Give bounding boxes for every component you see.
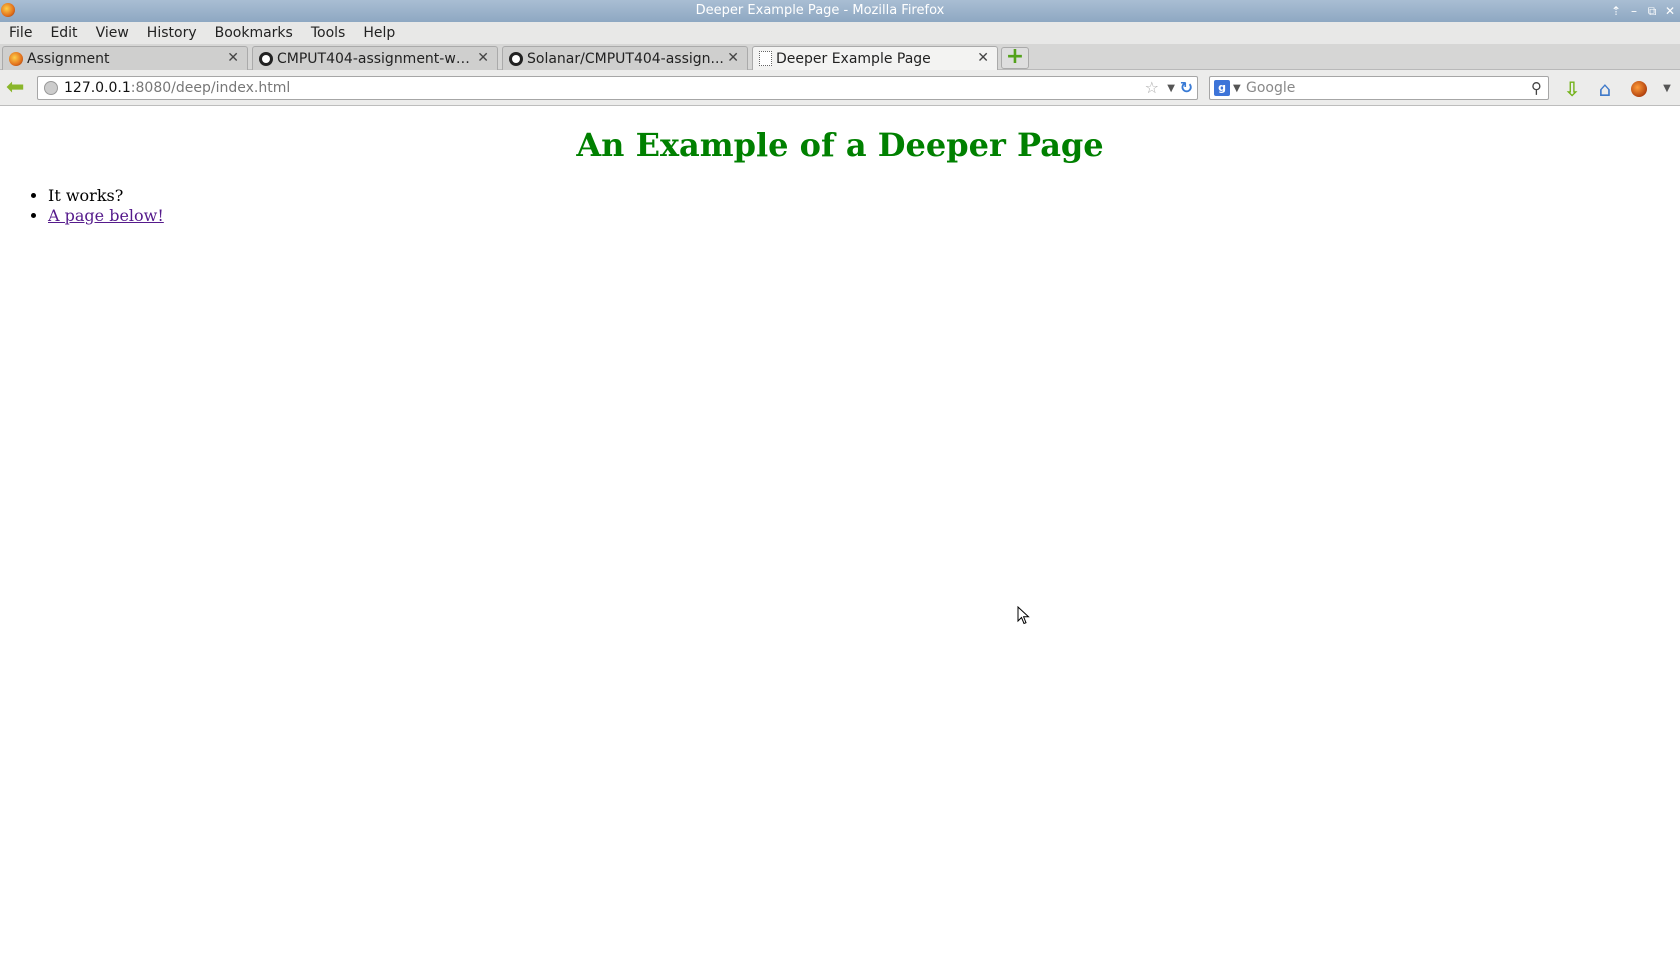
tab-close-icon[interactable]: ✕ — [977, 50, 989, 66]
google-engine-icon[interactable]: g — [1214, 80, 1230, 96]
menu-bookmarks[interactable]: Bookmarks — [206, 22, 302, 44]
history-dropdown-icon[interactable]: ▼ — [1167, 78, 1175, 100]
url-host: 127.0.0.1 — [64, 80, 131, 96]
tab-label: Deeper Example Page — [776, 50, 931, 67]
tab-assignment[interactable]: Assignment ✕ — [2, 46, 248, 70]
new-tab-button[interactable]: + — [1001, 46, 1029, 69]
downloads-button[interactable]: ⇩ — [1560, 78, 1584, 100]
menu-tools[interactable]: Tools — [302, 22, 355, 44]
window-maximize-icon[interactable]: ⧉ — [1646, 5, 1658, 17]
window-controls: ⇡ – ⧉ ✕ — [1610, 0, 1676, 22]
tab-close-icon[interactable]: ✕ — [227, 50, 239, 66]
url-bar[interactable]: 127.0.0.1:8080/deep/index.html ☆ ▼ ↻ — [37, 76, 1198, 100]
menu-file[interactable]: File — [0, 22, 41, 44]
window-title: Deeper Example Page - Mozilla Firefox — [695, 3, 945, 18]
back-button[interactable]: ⬅ — [6, 77, 30, 99]
page-heading: An Example of a Deeper Page — [576, 126, 1104, 164]
firefox-icon — [9, 51, 23, 66]
page-below-link[interactable]: A page below! — [48, 206, 164, 225]
search-bar[interactable]: g ▼ ⚲ — [1209, 76, 1549, 100]
list-item: A page below! — [48, 206, 164, 226]
url-text[interactable]: 127.0.0.1:8080/deep/index.html — [64, 77, 290, 99]
bookmark-star-icon[interactable]: ☆ — [1145, 77, 1159, 99]
menu-edit[interactable]: Edit — [41, 22, 86, 44]
tab-close-icon[interactable]: ✕ — [727, 50, 739, 66]
list-item: It works? — [48, 186, 164, 206]
menu-help[interactable]: Help — [354, 22, 404, 44]
window-shade-icon[interactable]: ⇡ — [1610, 5, 1622, 17]
tab-label: Assignment — [27, 50, 110, 67]
tab-deeper-example-page[interactable]: Deeper Example Page ✕ — [752, 46, 998, 70]
menu-view[interactable]: View — [87, 22, 138, 44]
tab-close-icon[interactable]: ✕ — [477, 50, 489, 66]
menu-bar: File Edit View History Bookmarks Tools H… — [0, 22, 1680, 44]
page-content: An Example of a Deeper Page It works? A … — [0, 106, 1680, 978]
menu-history[interactable]: History — [138, 22, 206, 44]
window-minimize-icon[interactable]: – — [1628, 5, 1640, 17]
tab-label: CMPUT404-assignment-we... — [277, 50, 477, 67]
github-icon — [509, 51, 523, 66]
url-path: :8080/deep/index.html — [130, 80, 291, 96]
firefox-app-icon[interactable] — [1, 3, 15, 17]
search-input[interactable] — [1246, 78, 1506, 98]
home-icon: ⌂ — [1598, 77, 1612, 101]
blank-page-icon — [759, 51, 772, 66]
navigation-toolbar: ⬅ 127.0.0.1:8080/deep/index.html ☆ ▼ ↻ g… — [0, 70, 1680, 106]
tab-cmput404-assignment[interactable]: CMPUT404-assignment-we... ✕ — [252, 46, 498, 70]
tab-strip: Assignment ✕ CMPUT404-assignment-we... ✕… — [0, 44, 1680, 70]
addon-icon — [1631, 81, 1647, 97]
site-identity-icon[interactable] — [44, 81, 58, 95]
reload-icon[interactable]: ↻ — [1180, 77, 1193, 99]
engine-dropdown-icon[interactable]: ▼ — [1233, 78, 1241, 100]
download-arrow-icon: ⇩ — [1563, 77, 1581, 101]
tab-solanar-repo[interactable]: Solanar/CMPUT404-assign... ✕ — [502, 46, 748, 70]
toolbar-overflow-button[interactable]: ▼ — [1658, 78, 1676, 100]
github-icon — [259, 51, 273, 66]
window-titlebar: Deeper Example Page - Mozilla Firefox ⇡ … — [0, 0, 1680, 22]
page-list: It works? A page below! — [0, 186, 164, 226]
list-item-text: It works? — [48, 186, 124, 205]
home-button[interactable]: ⌂ — [1593, 78, 1617, 100]
window-close-icon[interactable]: ✕ — [1664, 5, 1676, 17]
chevron-down-icon: ▼ — [1663, 83, 1671, 94]
search-magnifier-icon[interactable]: ⚲ — [1531, 77, 1542, 99]
addon-button[interactable] — [1627, 78, 1651, 100]
tab-label: Solanar/CMPUT404-assign... — [527, 50, 724, 67]
back-arrow-icon: ⬅ — [6, 75, 25, 100]
